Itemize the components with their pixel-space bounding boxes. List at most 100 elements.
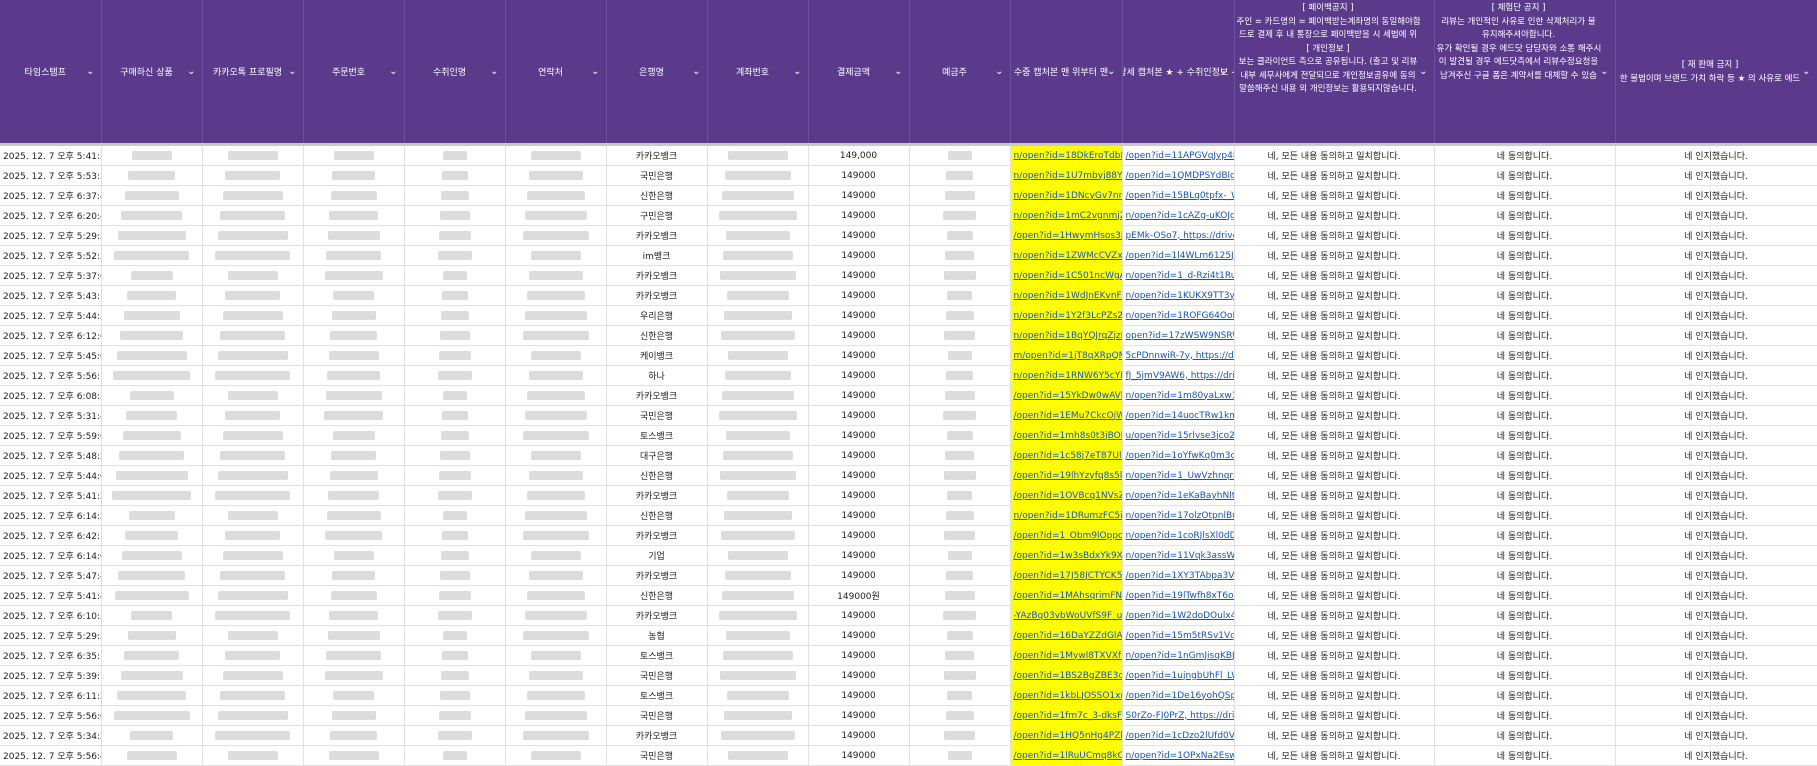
cell-bank[interactable]: 신한은행 [606,325,708,346]
cell-recipient[interactable] [404,645,506,666]
cell-resale-agree[interactable]: 네 인지했습니다. [1615,465,1817,486]
chevron-down-icon[interactable]: ⌄ [894,66,902,77]
cell-timestamp[interactable]: 2025. 12. 7 오후 6:08:36 [0,385,102,406]
cell-product[interactable] [101,545,203,566]
cell-account-number[interactable] [707,665,809,686]
chevron-down-icon[interactable]: ⌄ [490,66,498,77]
cell-capture-link[interactable]: /open?id=1_Obm9lOppo4Nk [1010,525,1123,546]
column-header-kakao-profile[interactable]: 카카오톡 프로필명 ⌄ [202,0,304,143]
cell-account-number[interactable] [707,585,809,606]
cell-experience-agree[interactable]: 네 동의합니다. [1434,285,1616,306]
column-header-recipient[interactable]: 수취인명 ⌄ [404,0,506,143]
cell-kakao-profile[interactable] [202,545,304,566]
cell-timestamp[interactable]: 2025. 12. 7 오후 5:39:19 [0,665,102,686]
cell-timestamp[interactable]: 2025. 12. 7 오후 5:41:44 [0,585,102,606]
cell-experience-agree[interactable]: 네 동의합니다. [1434,325,1616,346]
cell-bank[interactable]: 우리은행 [606,305,708,326]
cell-bank[interactable]: 카카오뱅크 [606,225,708,246]
cell-capture-link[interactable]: /open?id=1mh8s0t3jBOBY5 [1010,425,1123,446]
cell-payback-agree[interactable]: 네, 모든 내용 동의하고 일치합니다. [1234,225,1435,246]
cell-amount[interactable]: 149000 [808,565,910,586]
cell-capture-link[interactable]: n/open?id=1DRumzFC5iYiQ [1010,505,1123,526]
cell-capture-link[interactable]: n/open?id=1mC2vgnmj2Oq [1010,205,1123,226]
cell-order-number[interactable] [303,185,405,206]
cell-experience-agree[interactable]: 네 동의합니다. [1434,385,1616,406]
cell-experience-agree[interactable]: 네 동의합니다. [1434,645,1616,666]
cell-amount[interactable]: 149000 [808,365,910,386]
cell-resale-agree[interactable]: 네 인지했습니다. [1615,665,1817,686]
cell-bank[interactable]: 카카오뱅크 [606,285,708,306]
cell-depositor[interactable] [909,305,1011,326]
cell-product[interactable] [101,745,203,766]
cell-detail-link[interactable]: /open?id=1De16yohQSpPX [1122,685,1235,706]
cell-timestamp[interactable]: 2025. 12. 7 오후 6:14:25 [0,505,102,526]
cell-experience-agree[interactable]: 네 동의합니다. [1434,405,1616,426]
cell-detail-link[interactable]: n/open?id=17olzOtpnlBu1G [1122,505,1235,526]
cell-payback-agree[interactable]: 네, 모든 내용 동의하고 일치합니다. [1234,385,1435,406]
cell-resale-agree[interactable]: 네 인지했습니다. [1615,245,1817,266]
cell-resale-agree[interactable]: 네 인지했습니다. [1615,365,1817,386]
cell-contact[interactable] [505,705,607,726]
cell-product[interactable] [101,305,203,326]
cell-amount[interactable]: 149000 [808,645,910,666]
cell-experience-agree[interactable]: 네 동의합니다. [1434,265,1616,286]
cell-depositor[interactable] [909,245,1011,266]
cell-account-number[interactable] [707,525,809,546]
cell-resale-agree[interactable]: 네 인지했습니다. [1615,305,1817,326]
cell-account-number[interactable] [707,365,809,386]
cell-detail-link[interactable]: n/open?id=11Vqk3assWq5qD [1122,545,1235,566]
cell-recipient[interactable] [404,285,506,306]
cell-account-number[interactable] [707,505,809,526]
table-row[interactable]: 2025. 12. 7 오후 6:08:36 카카오뱅크 149000/open?i… [0,385,1817,406]
cell-detail-link[interactable]: n/open?id=1nGmJisqKBJyC [1122,645,1235,666]
chevron-down-icon[interactable]: ⌄ [995,66,1003,77]
cell-account-number[interactable] [707,305,809,326]
cell-account-number[interactable] [707,445,809,466]
cell-capture-link[interactable]: /open?id=1kbLJOSSO1xniJ [1010,685,1123,706]
cell-recipient[interactable] [404,385,506,406]
cell-experience-agree[interactable]: 네 동의합니다. [1434,425,1616,446]
cell-capture-link[interactable]: n/open?id=1RNW6Y5cYL7Jf [1010,365,1123,386]
table-row[interactable]: 2025. 12. 7 오후 5:47:45 카카오뱅크 149000/open?i… [0,565,1817,586]
cell-payback-agree[interactable]: 네, 모든 내용 동의하고 일치합니다. [1234,485,1435,506]
cell-kakao-profile[interactable] [202,225,304,246]
cell-product[interactable] [101,265,203,286]
chevron-down-icon[interactable]: ⌄ [793,66,801,77]
cell-product[interactable] [101,205,203,226]
cell-product[interactable] [101,525,203,546]
table-row[interactable]: 2025. 12. 7 오후 5:37:08 카카오뱅크 149000 n/open?… [0,265,1817,286]
cell-kakao-profile[interactable] [202,505,304,526]
cell-kakao-profile[interactable] [202,345,304,366]
cell-timestamp[interactable]: 2025. 12. 7 오후 6:14:04 [0,545,102,566]
cell-product[interactable] [101,725,203,746]
chevron-down-icon[interactable]: ⌄ [86,66,94,77]
cell-experience-agree[interactable]: 네 동의합니다. [1434,745,1616,766]
cell-timestamp[interactable]: 2025. 12. 7 오후 5:45:07 [0,345,102,366]
table-row[interactable]: 2025. 12. 7 오후 6:14:04 기업 149000/open?id=1… [0,545,1817,566]
chevron-down-icon[interactable]: ⌄ [1107,66,1115,77]
cell-kakao-profile[interactable] [202,685,304,706]
cell-order-number[interactable] [303,365,405,386]
cell-contact[interactable] [505,585,607,606]
cell-amount[interactable]: 149000원 [808,585,910,606]
table-row[interactable]: 2025. 12. 7 오후 6:14:25 신한은행 149000 n/open?i… [0,505,1817,526]
table-row[interactable]: 2025. 12. 7 오후 6:20:43 구민은행 149000 n/open?i… [0,205,1817,226]
cell-depositor[interactable] [909,165,1011,186]
column-header-contact[interactable]: 연락처 ⌄ [505,0,607,143]
column-header-depositor[interactable]: 예금주 ⌄ [909,0,1011,143]
cell-payback-agree[interactable]: 네, 모든 내용 동의하고 일치합니다. [1234,685,1435,706]
cell-recipient[interactable] [404,225,506,246]
cell-recipient[interactable] [404,505,506,526]
cell-timestamp[interactable]: 2025. 12. 7 오후 5:37:08 [0,265,102,286]
cell-capture-link[interactable]: /open?id=16DaYZZdGlAnnQ [1010,625,1123,646]
cell-bank[interactable]: 카카오뱅크 [606,146,708,166]
cell-amount[interactable]: 149000 [808,205,910,226]
cell-experience-agree[interactable]: 네 동의합니다. [1434,705,1616,726]
cell-product[interactable] [101,705,203,726]
cell-detail-link[interactable]: /open?id=1W2doDOulx4XrB [1122,605,1235,626]
cell-capture-link[interactable]: -YAzBq03vbWoUVfS9F_uos [1010,605,1123,626]
cell-experience-agree[interactable]: 네 동의합니다. [1434,445,1616,466]
chevron-down-icon[interactable]: ⌄ [1419,66,1427,77]
cell-payback-agree[interactable]: 네, 모든 내용 동의하고 일치합니다. [1234,245,1435,266]
cell-product[interactable] [101,625,203,646]
